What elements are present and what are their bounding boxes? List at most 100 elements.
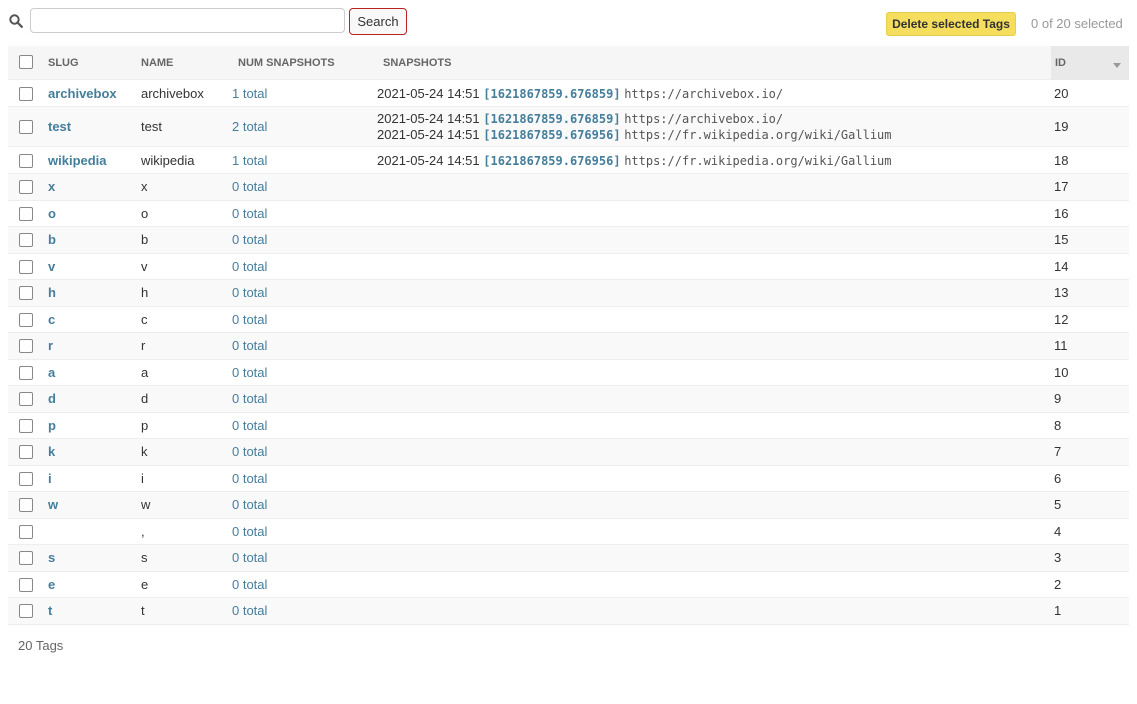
row-checkbox[interactable] [19, 286, 33, 300]
search-button[interactable]: Search [349, 8, 407, 35]
num-snapshots-link[interactable]: 0 total [232, 577, 267, 593]
row-checkbox[interactable] [19, 233, 33, 247]
slug-link[interactable]: o [48, 206, 56, 222]
slug-link[interactable]: c [48, 312, 55, 328]
num-snapshots-link[interactable]: 0 total [232, 418, 267, 434]
snapshot-url-link[interactable]: https://fr.wikipedia.org/wiki/Gallium [624, 128, 891, 142]
name-cell: d [141, 391, 149, 406]
column-header-id[interactable]: ID [1055, 57, 1066, 69]
slug-link[interactable]: s [48, 550, 55, 566]
id-cell: 1 [1054, 603, 1062, 618]
slug-link[interactable]: archivebox [48, 86, 117, 102]
row-checkbox[interactable] [19, 87, 33, 101]
num-snapshots-link[interactable]: 0 total [232, 550, 267, 566]
column-header-name[interactable]: NAME [141, 57, 173, 69]
table-row: w w 0 total 5 [8, 492, 1129, 519]
name-cell: p [141, 417, 149, 433]
snapshot-timestamp: 2021-05-24 14:51 [377, 153, 480, 168]
num-snapshots-link[interactable]: 0 total [232, 471, 267, 487]
results-table: SLUG NAME NUM SNAPSHOTS SNAPSHOTS ID arc… [8, 46, 1129, 625]
num-snapshots-link[interactable]: 2 total [232, 119, 267, 135]
row-checkbox[interactable] [19, 154, 33, 168]
row-checkbox[interactable] [19, 365, 33, 380]
slug-link[interactable]: d [48, 391, 56, 407]
num-snapshots-link[interactable]: 0 total [232, 232, 267, 248]
num-snapshots-link[interactable]: 0 total [232, 444, 267, 460]
num-snapshots-link[interactable]: 0 total [232, 391, 267, 407]
id-cell: 11 [1054, 338, 1068, 353]
name-cell: , [141, 523, 145, 539]
slug-link[interactable]: w [48, 497, 58, 513]
slug-link[interactable]: test [48, 119, 71, 135]
table-row: e e 0 total 2 [8, 572, 1129, 598]
snapshot-id-link[interactable]: [1621867859.676859] [483, 112, 620, 126]
table-row: p p 0 total 8 [8, 413, 1129, 439]
row-checkbox[interactable] [19, 339, 33, 353]
num-snapshots-link[interactable]: 0 total [232, 312, 267, 328]
name-cell: i [141, 470, 144, 486]
slug-link[interactable]: wikipedia [48, 153, 107, 169]
row-checkbox[interactable] [19, 206, 33, 221]
num-snapshots-link[interactable]: 0 total [232, 524, 267, 540]
num-snapshots-link[interactable]: 0 total [232, 179, 267, 195]
slug-link[interactable]: t [48, 603, 52, 619]
name-cell: r [141, 338, 146, 353]
slug-link[interactable]: i [48, 471, 52, 487]
column-header-num-snapshots[interactable]: NUM SNAPSHOTS [238, 57, 335, 69]
row-checkbox[interactable] [19, 551, 33, 565]
name-cell: k [141, 444, 148, 459]
num-snapshots-link[interactable]: 1 total [232, 153, 267, 169]
sort-desc-icon[interactable] [1113, 63, 1121, 68]
row-checkbox[interactable] [19, 180, 33, 194]
column-header-slug[interactable]: SLUG [48, 57, 79, 69]
snapshot-url-link[interactable]: https://fr.wikipedia.org/wiki/Gallium [624, 154, 891, 168]
row-checkbox[interactable] [19, 445, 33, 459]
row-checkbox[interactable] [19, 392, 33, 406]
snapshot-url-link[interactable]: https://archivebox.io/ [624, 87, 783, 101]
num-snapshots-link[interactable]: 0 total [232, 285, 267, 301]
num-snapshots-link[interactable]: 0 total [232, 338, 267, 354]
slug-link[interactable]: e [48, 577, 55, 593]
id-cell: 7 [1054, 444, 1062, 459]
slug-link[interactable]: v [48, 259, 55, 275]
snapshot-timestamp: 2021-05-24 14:51 [377, 111, 480, 126]
slug-link[interactable]: b [48, 232, 56, 248]
row-checkbox[interactable] [19, 259, 33, 274]
row-checkbox[interactable] [19, 120, 33, 134]
row-checkbox[interactable] [19, 418, 33, 433]
row-checkbox[interactable] [19, 577, 33, 592]
num-snapshots-link[interactable]: 0 total [232, 259, 267, 275]
search-input[interactable] [30, 8, 345, 33]
num-snapshots-link[interactable]: 0 total [232, 206, 267, 222]
row-checkbox[interactable] [19, 498, 33, 512]
row-checkbox[interactable] [19, 312, 33, 327]
num-snapshots-link[interactable]: 0 total [232, 497, 267, 513]
select-all-checkbox[interactable] [19, 55, 33, 69]
row-checkbox[interactable] [19, 524, 33, 539]
snapshot-id-link[interactable]: [1621867859.676956] [483, 154, 620, 168]
snapshot-id-link[interactable]: [1621867859.676859] [483, 87, 620, 101]
row-checkbox[interactable] [19, 604, 33, 618]
slug-link[interactable]: p [48, 418, 56, 434]
delete-selected-tags-button[interactable]: Delete selected Tags [886, 12, 1016, 36]
id-cell: 13 [1054, 285, 1069, 300]
table-row: test test 2 total 19 2021-05-24 14:51 [16218… [8, 107, 1129, 147]
num-snapshots-link[interactable]: 0 total [232, 603, 267, 619]
num-snapshots-link[interactable]: 1 total [232, 86, 267, 102]
table-row: wikipedia wikipedia 1 total 18 2021-05-24 14… [8, 147, 1129, 174]
num-snapshots-link[interactable]: 0 total [232, 365, 267, 381]
snapshot-url-link[interactable]: https://archivebox.io/ [624, 112, 783, 126]
slug-link[interactable]: h [48, 285, 56, 301]
slug-link[interactable]: r [48, 338, 53, 354]
snapshot-id-link[interactable]: [1621867859.676956] [483, 128, 620, 142]
snapshot-timestamp: 2021-05-24 14:51 [377, 86, 480, 101]
row-checkbox[interactable] [19, 471, 33, 486]
table-row: , 0 total 4 [8, 519, 1129, 545]
id-cell: 10 [1054, 364, 1069, 380]
search-icon [9, 14, 23, 28]
slug-link[interactable]: k [48, 444, 55, 460]
slug-link[interactable]: a [48, 365, 55, 381]
id-cell: 19 [1054, 119, 1069, 134]
id-cell: 6 [1054, 470, 1062, 486]
slug-link[interactable]: x [48, 179, 55, 195]
